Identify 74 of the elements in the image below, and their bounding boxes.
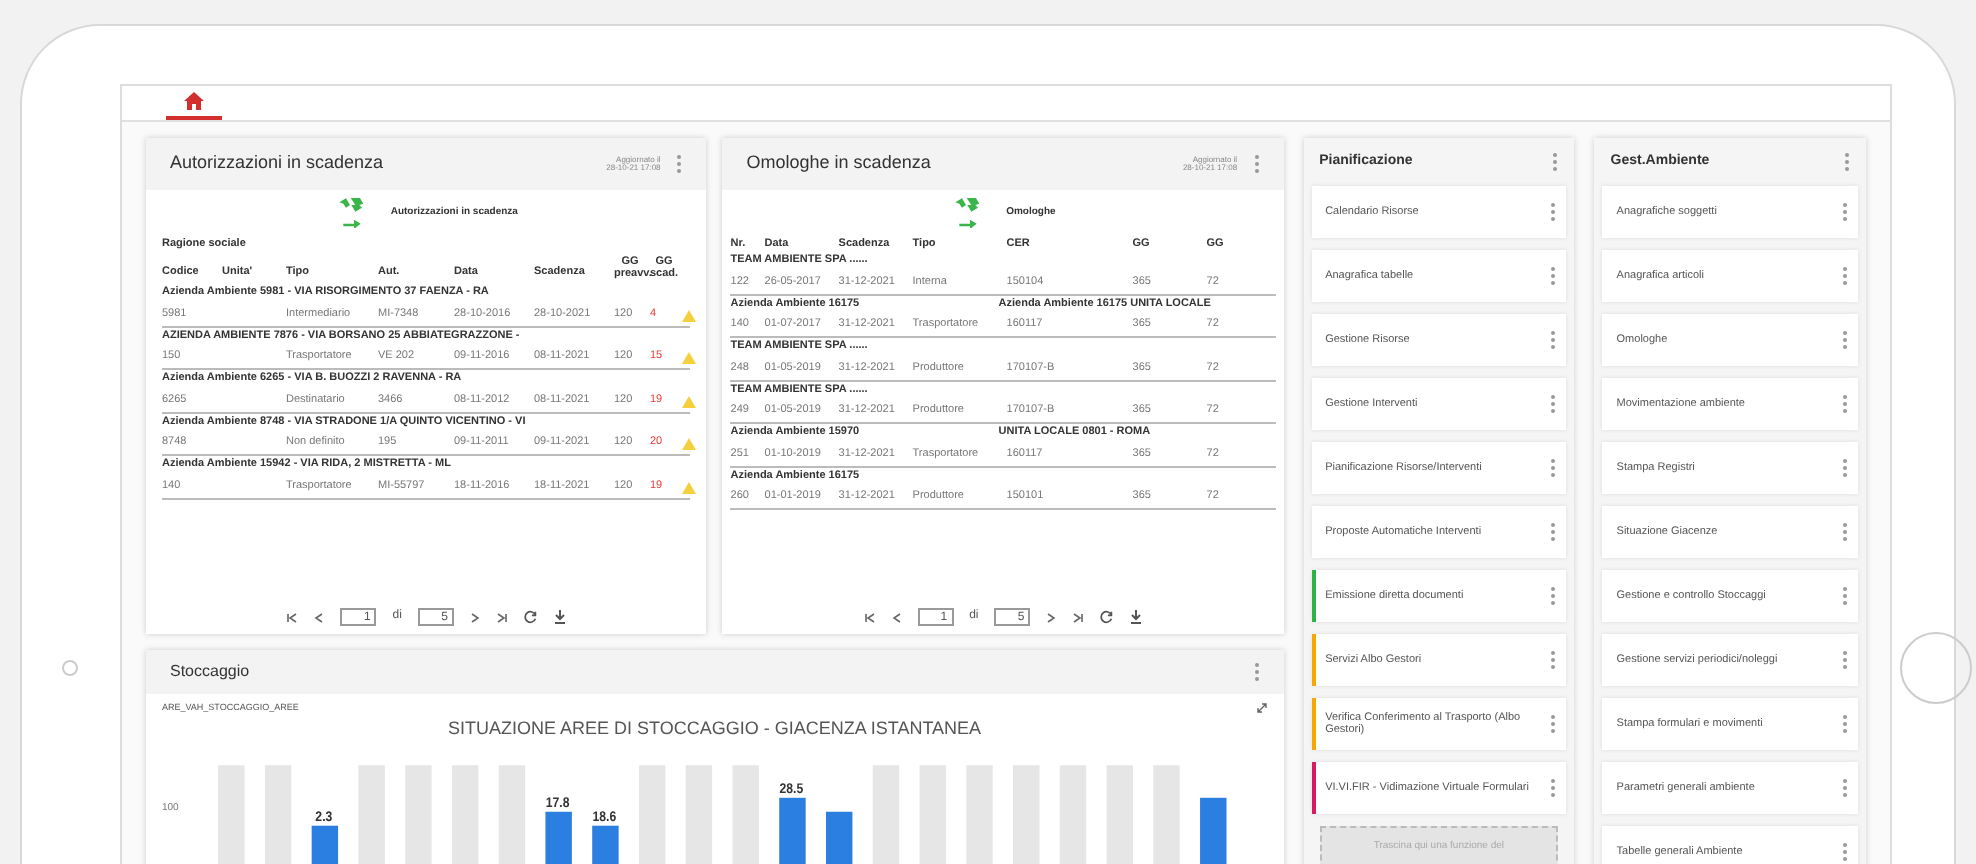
more-icon[interactable] xyxy=(1843,152,1850,172)
chart-bar xyxy=(685,765,713,864)
more-icon[interactable] xyxy=(1550,714,1557,734)
chart-bar xyxy=(872,765,900,864)
next-page-icon[interactable] xyxy=(469,611,480,623)
more-icon[interactable] xyxy=(1841,778,1848,798)
first-page-icon[interactable] xyxy=(863,611,876,623)
chart-bar xyxy=(1059,765,1087,864)
chart-bar xyxy=(1013,765,1040,864)
refresh-icon[interactable] xyxy=(1100,610,1115,624)
previous-page-icon[interactable] xyxy=(891,611,902,623)
download-icon[interactable] xyxy=(1130,610,1143,624)
chart-title: SITUAZIONE AREE DI STOCCAGGIO - GIACENZA ISTANTANEA xyxy=(448,715,982,742)
more-icon[interactable] xyxy=(1841,586,1848,606)
more-icon[interactable] xyxy=(1550,458,1557,478)
more-icon[interactable] xyxy=(1841,714,1848,734)
panel-title: Autorizzazioni in scadenza xyxy=(170,150,384,177)
chart-bar xyxy=(451,765,479,864)
chart-bar xyxy=(826,812,853,864)
download-icon[interactable] xyxy=(553,610,566,624)
more-icon[interactable] xyxy=(1550,394,1557,414)
panel-title: Omologhe in scadenza xyxy=(746,150,931,177)
home-tab[interactable] xyxy=(166,86,222,120)
more-icon[interactable] xyxy=(1552,152,1559,172)
chart-bar xyxy=(311,826,339,864)
warning-icon xyxy=(682,481,696,494)
home-icon xyxy=(184,92,204,110)
chart-bar xyxy=(545,812,572,864)
chart-bar xyxy=(218,765,245,864)
chart-bar xyxy=(638,765,666,864)
more-icon[interactable] xyxy=(1550,266,1557,286)
chart-bar xyxy=(779,798,806,864)
home-button-icon[interactable] xyxy=(1900,632,1972,704)
more-icon[interactable] xyxy=(1550,202,1557,222)
panel-title: Stoccaggio xyxy=(170,660,250,684)
more-icon[interactable] xyxy=(1841,202,1848,222)
chart-bar xyxy=(1200,798,1227,864)
side-button-icon xyxy=(62,660,78,676)
warning-icon xyxy=(682,352,696,365)
more-icon[interactable] xyxy=(1550,330,1557,350)
more-icon[interactable] xyxy=(1841,522,1848,542)
chart-bar xyxy=(405,765,432,864)
last-page-icon[interactable] xyxy=(495,611,508,623)
first-page-icon[interactable] xyxy=(286,611,299,623)
more-icon[interactable] xyxy=(1841,650,1848,670)
chart-bar xyxy=(1153,765,1180,864)
previous-page-icon[interactable] xyxy=(314,611,325,623)
more-icon[interactable] xyxy=(1253,662,1260,682)
chart-bar xyxy=(732,765,759,864)
more-icon[interactable] xyxy=(1841,458,1848,478)
refresh-icon[interactable] xyxy=(523,610,538,624)
last-page-icon[interactable] xyxy=(1072,611,1085,623)
warning-icon xyxy=(682,309,696,322)
expand-icon[interactable] xyxy=(1255,702,1268,715)
chart-bar xyxy=(966,765,993,864)
more-icon[interactable] xyxy=(1841,394,1848,414)
chart-bar xyxy=(1106,765,1133,864)
next-page-icon[interactable] xyxy=(1046,611,1057,623)
more-icon[interactable] xyxy=(1841,330,1848,350)
more-icon[interactable] xyxy=(1841,842,1848,862)
warning-icon xyxy=(682,438,696,451)
more-icon[interactable] xyxy=(1550,522,1557,542)
chart-bar xyxy=(592,826,619,864)
chart-bar xyxy=(264,765,292,864)
warning-icon xyxy=(682,395,696,408)
more-icon[interactable] xyxy=(676,154,683,174)
chart-bar xyxy=(498,765,526,864)
more-icon[interactable] xyxy=(1550,650,1557,670)
chart-bar xyxy=(358,765,385,864)
more-icon[interactable] xyxy=(1550,586,1557,606)
more-icon[interactable] xyxy=(1841,266,1848,286)
more-icon[interactable] xyxy=(1550,778,1557,798)
more-icon[interactable] xyxy=(1253,154,1260,174)
chart-bar xyxy=(919,765,946,864)
